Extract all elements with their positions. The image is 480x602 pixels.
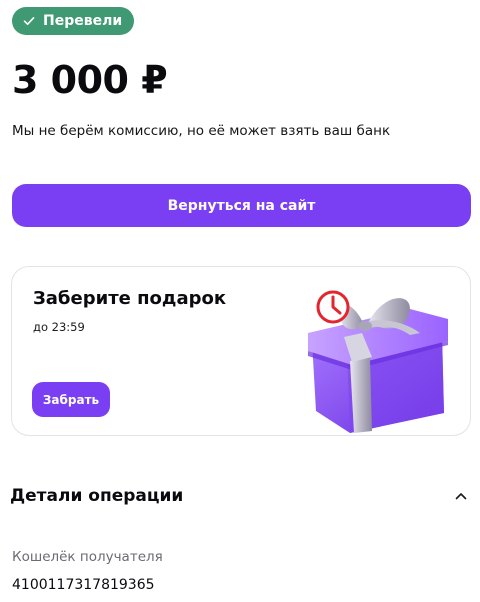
details-toggle[interactable]: Детали операции — [10, 484, 470, 508]
gift-box-illustration — [308, 290, 448, 433]
return-to-site-button[interactable]: Вернуться на сайт — [12, 184, 471, 227]
gift-card: Заберите подарок до 23:59 Забрать — [11, 266, 471, 436]
payment-amount: 3 000 ₽ — [12, 58, 168, 102]
chevron-up-icon[interactable] — [454, 489, 468, 503]
fee-note: Мы не берём комиссию, но её может взять … — [12, 123, 391, 139]
recipient-wallet-value: 4100117317819365 — [12, 577, 155, 593]
gift-title: Заберите подарок — [33, 288, 227, 309]
gift-deadline: до 23:59 — [33, 320, 85, 334]
status-badge: Перевели — [12, 7, 135, 35]
recipient-wallet-label: Кошелёк получателя — [12, 549, 163, 565]
status-label: Перевели — [43, 13, 123, 29]
check-icon — [23, 17, 35, 25]
details-title: Детали операции — [10, 486, 184, 506]
take-gift-button[interactable]: Забрать — [32, 382, 110, 417]
